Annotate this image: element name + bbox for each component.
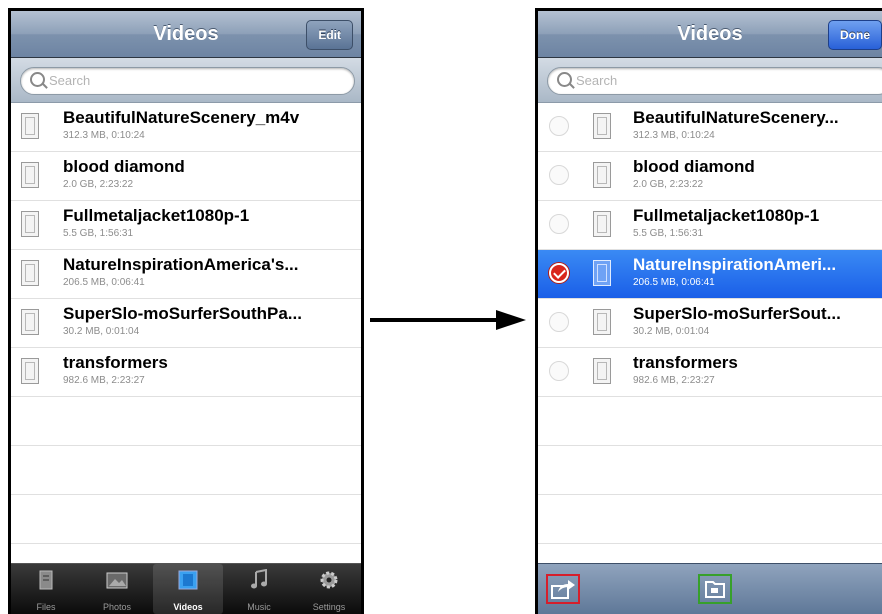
video-title: NatureInspirationAmeri...: [633, 255, 837, 274]
video-meta: 206.5 MB, 0:06:41: [633, 277, 715, 288]
videos-icon: [178, 570, 198, 590]
folder-icon: [705, 581, 725, 598]
video-title: BeautifulNatureScenery_m4v: [63, 108, 300, 127]
list-item[interactable]: Fullmetaljacket1080p-1 5.5 GB, 1:56:31: [11, 201, 361, 250]
search-placeholder: Search: [576, 73, 618, 88]
list-item[interactable]: SuperSlo-moSurferSouthPa... 30.2 MB, 0:0…: [11, 299, 361, 348]
list-item[interactable]: BeautifulNatureScenery... 312.3 MB, 0:10…: [538, 103, 882, 152]
film-icon: [593, 162, 611, 188]
select-checkbox[interactable]: [549, 116, 569, 136]
search-input[interactable]: Search: [547, 67, 882, 95]
share-icon: [551, 580, 575, 599]
tab-label: Files: [36, 602, 56, 612]
film-icon: [21, 260, 39, 286]
search-bar: Search: [538, 58, 882, 103]
list-item[interactable]: blood diamond 2.0 GB, 2:23:22: [11, 152, 361, 201]
video-meta: 312.3 MB, 0:10:24: [63, 130, 145, 141]
video-title: NatureInspirationAmerica's...: [63, 255, 299, 274]
select-checkbox[interactable]: [549, 361, 569, 381]
film-icon: [593, 113, 611, 139]
search-input[interactable]: Search: [20, 67, 355, 95]
film-icon: [21, 358, 39, 384]
transition-arrow-icon: [370, 310, 526, 330]
video-title: blood diamond: [63, 157, 185, 176]
selected-checkmark-icon[interactable]: [549, 263, 569, 283]
empty-row: [11, 495, 361, 544]
list-item[interactable]: transformers 982.6 MB, 2:23:27: [11, 348, 361, 397]
select-checkbox[interactable]: [549, 312, 569, 332]
film-icon: [21, 309, 39, 335]
video-meta: 2.0 GB, 2:23:22: [633, 179, 704, 190]
list-item[interactable]: transformers 982.6 MB, 2:23:27: [538, 348, 882, 397]
list-item[interactable]: Fullmetaljacket1080p-1 5.5 GB, 1:56:31: [538, 201, 882, 250]
left-screen: Videos Edit Search BeautifulNatureScener…: [8, 8, 364, 614]
settings-icon: [320, 571, 338, 589]
video-title: SuperSlo-moSurferSouthPa...: [63, 304, 302, 323]
film-icon: [21, 113, 39, 139]
empty-row: [11, 446, 361, 495]
search-icon: [557, 72, 572, 87]
video-title: BeautifulNatureScenery...: [633, 108, 839, 127]
empty-row: [11, 397, 361, 446]
tab-bar: Files Photos Videos Music Settings: [11, 563, 361, 614]
video-list: BeautifulNatureScenery... 312.3 MB, 0:10…: [538, 103, 882, 544]
move-to-folder-button[interactable]: [698, 574, 732, 604]
film-icon: [593, 260, 611, 286]
share-button[interactable]: [546, 574, 580, 604]
video-meta: 30.2 MB, 0:01:04: [63, 326, 140, 337]
tab-music[interactable]: Music: [224, 564, 294, 614]
empty-row: [538, 495, 882, 544]
video-meta: 30.2 MB, 0:01:04: [633, 326, 710, 337]
search-bar: Search: [11, 58, 361, 103]
list-item[interactable]: SuperSlo-moSurferSout... 30.2 MB, 0:01:0…: [538, 299, 882, 348]
files-icon: [39, 570, 53, 590]
empty-row: [538, 397, 882, 446]
right-screen: Videos Done Search BeautifulNatureScener…: [535, 8, 882, 614]
video-meta: 206.5 MB, 0:06:41: [63, 277, 145, 288]
film-icon: [21, 162, 39, 188]
tab-settings[interactable]: Settings: [294, 564, 361, 614]
video-meta: 2.0 GB, 2:23:22: [63, 179, 134, 190]
video-meta: 5.5 GB, 1:56:31: [633, 228, 704, 239]
tab-label: Videos: [173, 602, 203, 612]
tab-label: Music: [247, 602, 271, 612]
video-title: transformers: [63, 353, 168, 372]
film-icon: [593, 211, 611, 237]
list-item[interactable]: blood diamond 2.0 GB, 2:23:22: [538, 152, 882, 201]
list-item[interactable]: NatureInspirationAmerica's... 206.5 MB, …: [11, 250, 361, 299]
edit-toolbar: [538, 563, 882, 614]
edit-button[interactable]: Edit: [306, 20, 353, 50]
film-icon: [21, 211, 39, 237]
tab-label: Settings: [312, 602, 346, 612]
select-checkbox[interactable]: [549, 165, 569, 185]
video-title: Fullmetaljacket1080p-1: [63, 206, 250, 225]
video-meta: 982.6 MB, 2:23:27: [633, 375, 715, 386]
photos-icon: [106, 572, 128, 589]
tab-photos[interactable]: Photos: [82, 564, 152, 614]
search-icon: [30, 72, 45, 87]
list-item-selected[interactable]: NatureInspirationAmeri... 206.5 MB, 0:06…: [538, 250, 882, 299]
done-button[interactable]: Done: [828, 20, 882, 50]
video-meta: 982.6 MB, 2:23:27: [63, 375, 145, 386]
video-meta: 5.5 GB, 1:56:31: [63, 228, 134, 239]
video-meta: 312.3 MB, 0:10:24: [633, 130, 715, 141]
empty-row: [538, 446, 882, 495]
navigation-bar: Videos Edit: [11, 11, 361, 58]
select-checkbox[interactable]: [549, 214, 569, 234]
video-title: Fullmetaljacket1080p-1: [633, 206, 820, 225]
film-icon: [593, 358, 611, 384]
film-icon: [593, 309, 611, 335]
navigation-bar: Videos Done: [538, 11, 882, 58]
video-title: blood diamond: [633, 157, 755, 176]
search-placeholder: Search: [49, 73, 91, 88]
music-icon: [251, 569, 267, 589]
tab-files[interactable]: Files: [11, 564, 81, 614]
tab-videos[interactable]: Videos: [153, 564, 223, 614]
video-title: SuperSlo-moSurferSout...: [633, 304, 841, 323]
video-title: transformers: [633, 353, 738, 372]
video-list: BeautifulNatureScenery_m4v 312.3 MB, 0:1…: [11, 103, 361, 544]
tab-label: Photos: [102, 602, 132, 612]
list-item[interactable]: BeautifulNatureScenery_m4v 312.3 MB, 0:1…: [11, 103, 361, 152]
